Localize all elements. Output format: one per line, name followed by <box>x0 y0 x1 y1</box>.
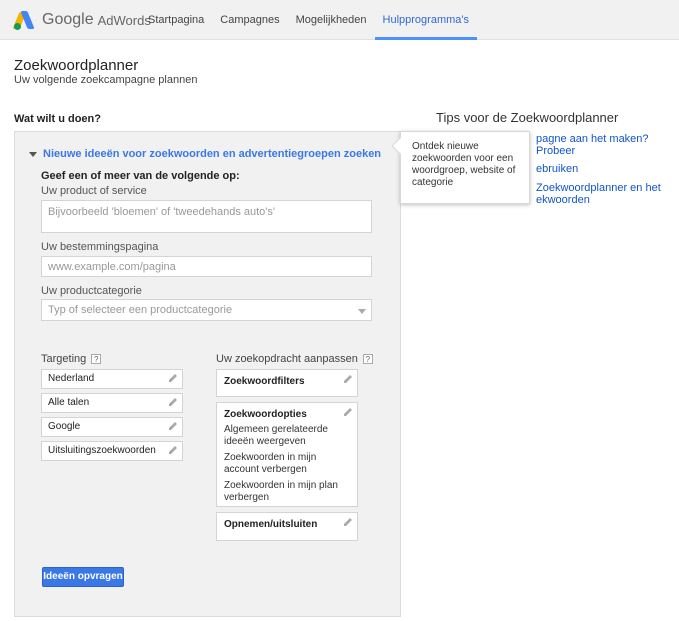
nav-startpagina[interactable]: Startpagina <box>140 0 212 40</box>
keyword-option: Zoekwoorden in mijn plan verbergen <box>224 480 338 503</box>
targeting-negative-keywords[interactable]: Uitsluitingszoekwoorden <box>41 441 183 461</box>
targeting-language-text: Alle talen <box>48 397 90 408</box>
include-exclude-title: Opnemen/uitsluiten <box>224 519 318 530</box>
page-subtitle: Uw volgende zoekcampagne plannen <box>14 74 198 86</box>
adwords-logo[interactable]: Google AdWords <box>12 10 151 30</box>
pencil-icon[interactable] <box>343 517 353 527</box>
help-icon[interactable]: ? <box>91 354 102 364</box>
product-label: Uw product of service <box>41 185 147 197</box>
landing-page-input[interactable]: www.example.com/pagina <box>41 256 372 277</box>
panel-heading-text: Nieuwe ideeën voor zoekwoorden en advert… <box>43 148 382 160</box>
main-nav: Startpagina Campagnes Mogelijkheden Hulp… <box>140 0 477 40</box>
category-placeholder: Typ of selecteer een productcategorie <box>48 304 233 316</box>
pencil-icon[interactable] <box>168 445 178 455</box>
targeting-negative-keywords-text: Uitsluitingszoekwoorden <box>48 445 156 456</box>
top-header: Google AdWords Startpagina Campagnes Mog… <box>0 0 679 40</box>
targeting-network-text: Google <box>48 421 81 432</box>
keyword-ideas-panel: Nieuwe ideeën voor zoekwoorden en advert… <box>14 131 401 617</box>
targeting-label: Targeting ? <box>41 353 102 365</box>
customize-label: Uw zoekopdracht aanpassen ? <box>216 353 373 365</box>
keyword-filters-card[interactable]: Zoekwoordfilters <box>216 369 358 397</box>
help-icon[interactable]: ? <box>362 354 373 364</box>
targeting-location-text: Nederland <box>48 373 95 384</box>
keyword-option: Algemeen gerelateerde ideeën weergeven <box>224 424 328 447</box>
category-label: Uw productcategorie <box>41 285 142 297</box>
keyword-filters-title: Zoekwoordfilters <box>224 376 305 387</box>
tooltip: Ontdek nieuwe zoekwoorden voor een woord… <box>391 131 530 204</box>
get-ideas-button[interactable]: Ideeën opvragen <box>42 567 124 587</box>
targeting-language[interactable]: Alle talen <box>41 393 183 413</box>
category-select[interactable]: Typ of selecteer een productcategorie <box>41 299 372 321</box>
panel-heading[interactable]: Nieuwe ideeën voor zoekwoorden en advert… <box>29 148 381 160</box>
pencil-icon[interactable] <box>168 397 178 407</box>
keyword-options-title: Zoekwoordopties <box>224 409 307 420</box>
product-input[interactable]: Bijvoorbeeld 'bloemen' of 'tweedehands a… <box>41 200 372 233</box>
tip-link[interactable]: pagne aan het maken? Probeer <box>536 133 679 157</box>
customize-label-text: Uw zoekopdracht aanpassen <box>216 353 358 365</box>
tips-title: Tips voor de Zoekwoordplanner <box>436 110 619 125</box>
pencil-icon[interactable] <box>168 421 178 431</box>
targeting-location[interactable]: Nederland <box>41 369 183 389</box>
landing-page-label: Uw bestemmingspagina <box>41 241 159 253</box>
nav-campagnes[interactable]: Campagnes <box>212 0 287 40</box>
tip-link[interactable]: ekwoorden <box>536 194 590 206</box>
targeting-label-text: Targeting <box>41 353 87 365</box>
pencil-icon[interactable] <box>343 407 353 417</box>
keyword-options-card[interactable]: Zoekwoordopties Algemeen gerelateerde id… <box>216 402 358 507</box>
tip-link[interactable]: ebruiken <box>536 163 578 175</box>
pencil-icon[interactable] <box>168 373 178 383</box>
page-title: Zoekwoordplanner <box>14 57 139 74</box>
pencil-icon[interactable] <box>343 374 353 384</box>
nav-hulpprogrammas[interactable]: Hulpprogramma's <box>374 0 477 40</box>
chevron-down-icon[interactable] <box>358 309 366 314</box>
logo-google-text: Google <box>42 11 94 28</box>
instruction-text: Geef een of meer van de volgende op: <box>41 170 240 182</box>
include-exclude-card[interactable]: Opnemen/uitsluiten <box>216 512 358 541</box>
triangle-down-icon <box>29 151 37 157</box>
nav-mogelijkheden[interactable]: Mogelijkheden <box>288 0 375 40</box>
tip-link[interactable]: Zoekwoordplanner en het <box>536 182 661 194</box>
adwords-logo-icon <box>12 10 36 30</box>
tooltip-text: Ontdek nieuwe zoekwoorden voor een woord… <box>412 141 516 188</box>
section-label: Wat wilt u doen? <box>14 113 101 125</box>
keyword-option: Zoekwoorden in mijn account verbergen <box>224 452 317 475</box>
targeting-network[interactable]: Google <box>41 417 183 437</box>
